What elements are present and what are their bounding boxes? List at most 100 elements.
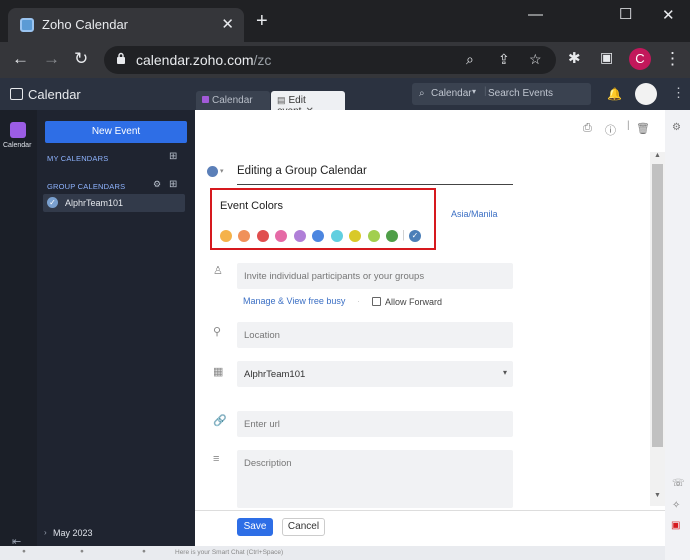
color-swatch[interactable] (386, 230, 398, 242)
color-swatch[interactable] (238, 230, 250, 242)
calendar-brand-icon (10, 88, 23, 100)
edit-tab-icon: ▤ (277, 95, 286, 105)
event-colors-title: Event Colors (220, 200, 283, 212)
month-label[interactable]: May 2023 (53, 528, 93, 538)
info-icon[interactable]: ⓘ (605, 122, 616, 138)
tab-calendar[interactable]: Calendar (196, 91, 270, 110)
swatch-divider: | (402, 229, 405, 241)
close-window-icon[interactable]: ✕ (662, 6, 675, 24)
bookmark-star-icon[interactable]: ☆ (529, 51, 542, 68)
lock-icon (117, 52, 125, 64)
url-input[interactable]: Enter url (237, 411, 513, 437)
address-bar[interactable]: calendar.zoho.com/zc ⌕ ⇪ ☆ (104, 46, 556, 74)
scrollbar-thumb[interactable] (652, 164, 663, 447)
back-icon[interactable]: ← (12, 49, 29, 69)
url-text: calendar.zoho.com/zc (136, 52, 271, 68)
cancel-button[interactable]: Cancel (282, 518, 325, 536)
action-divider (195, 510, 665, 511)
location-pin-icon: ⚲ (213, 326, 222, 338)
link-icon: 🔗 (213, 415, 227, 427)
color-dropdown-icon[interactable]: ▾ (220, 167, 224, 175)
url-host: calendar.zoho.com (136, 52, 254, 68)
extensions-icon[interactable]: ✱ (568, 49, 581, 67)
color-swatch[interactable] (220, 230, 232, 242)
link-separator: · (357, 296, 360, 306)
profile-avatar[interactable]: C (629, 48, 651, 70)
add-group-calendar-icon[interactable]: ⊞ (169, 179, 177, 190)
group-settings-icon[interactable]: ⚙ (153, 179, 161, 190)
search-icon: ⌕ (419, 88, 425, 99)
add-my-calendar-icon[interactable]: ⊞ (169, 151, 177, 162)
apps-grid-icon[interactable]: ⋮⋮ (672, 85, 690, 101)
search-input[interactable]: Search Events (488, 88, 553, 99)
calendar-field-icon: ▦ (213, 366, 224, 378)
search-scope[interactable]: Calendar (431, 88, 472, 99)
color-swatch[interactable] (368, 230, 380, 242)
notification-bell-icon[interactable]: 🔔 (607, 87, 622, 101)
color-swatch[interactable] (312, 230, 324, 242)
close-tab-icon[interactable]: ✕ (221, 15, 234, 33)
new-event-button[interactable]: New Event (45, 121, 187, 143)
app-header: Calendar Calendar ▤Edit event✕ ⌕ Calenda… (0, 78, 690, 117)
feedback-icon[interactable]: ☏ (672, 478, 685, 489)
browser-tab-strip: Zoho Calendar ✕ + — ☐ ✕ (0, 0, 690, 42)
tab-edit-event[interactable]: ▤Edit event✕ (271, 91, 345, 117)
tips-icon[interactable]: ✧ (672, 500, 680, 511)
share-icon[interactable]: ⇪ (498, 51, 510, 68)
right-rail: ⚙ ☏ ✧ ▣ (665, 110, 690, 560)
participants-input[interactable]: Invite individual participants or your g… (237, 263, 513, 289)
group-calendars-heading: GROUP CALENDARS (47, 182, 126, 191)
allow-forward-checkbox[interactable] (372, 297, 381, 306)
user-avatar[interactable] (635, 83, 657, 105)
calendar-tab-icon (202, 96, 209, 103)
manage-free-busy-link[interactable]: Manage & View free busy (243, 296, 345, 306)
color-swatch[interactable] (349, 230, 361, 242)
calendar-checkbox-icon[interactable]: ✓ (47, 197, 58, 208)
color-swatch[interactable] (294, 230, 306, 242)
color-swatch[interactable] (257, 230, 269, 242)
contacts-icon[interactable]: ● (142, 548, 146, 555)
description-textarea[interactable]: Description (237, 450, 513, 508)
save-button[interactable]: Save (237, 518, 273, 536)
calendar-list-panel: New Event MY CALENDARS ⊞ GROUP CALENDARS… (37, 110, 195, 560)
scroll-up-icon[interactable]: ▲ (654, 152, 661, 159)
calendar-select[interactable]: AlphrTeam101 ▾ (237, 361, 513, 387)
toolbar-divider: | (627, 120, 630, 131)
smart-chat-input[interactable]: Here is your Smart Chat (Ctrl+Space) (175, 549, 283, 556)
chats-icon[interactable]: ● (22, 548, 26, 555)
month-expand-icon[interactable]: › (44, 528, 47, 537)
minimize-icon[interactable]: — (528, 6, 543, 23)
sidebar-calendar-label[interactable]: Calendar (3, 142, 31, 149)
settings-gear-icon[interactable]: ⚙ (672, 122, 681, 133)
event-editor: ⎙ ⓘ | 🗑 ▲ ▼ ▾ Editing a Group Calendar E… (195, 110, 665, 560)
forward-icon[interactable]: → (43, 49, 60, 69)
event-colors-panel: Event Colors | ✓ (210, 188, 436, 250)
side-panel-icon[interactable]: ▣ (600, 49, 613, 66)
app-brand: Calendar (10, 87, 81, 102)
new-tab-icon[interactable]: + (256, 11, 268, 31)
maximize-icon[interactable]: ☐ (619, 5, 632, 23)
scroll-down-icon[interactable]: ▼ (654, 492, 661, 499)
color-swatch[interactable] (331, 230, 343, 242)
zoho-calendar-app: Calendar Calendar ▤Edit event✕ ⌕ Calenda… (0, 78, 690, 560)
brand-label: Calendar (28, 87, 81, 102)
person-icon: ♙ (213, 265, 223, 277)
editor-scrollbar[interactable]: ▲ ▼ (650, 152, 665, 506)
channels-icon[interactable]: ● (80, 548, 84, 555)
location-input[interactable]: Location (237, 322, 513, 348)
chat-icon[interactable]: ▣ (671, 520, 680, 531)
browser-menu-icon[interactable]: ⋮ (664, 49, 681, 69)
zoom-icon[interactable]: ⌕ (466, 51, 474, 68)
selected-color-swatch[interactable]: ✓ (409, 230, 421, 242)
timezone-link[interactable]: Asia/Manila (451, 209, 498, 219)
calendar-app-icon[interactable] (10, 122, 26, 138)
reload-icon[interactable]: ↻ (74, 49, 88, 69)
color-swatch[interactable] (275, 230, 287, 242)
browser-tab[interactable]: Zoho Calendar ✕ (8, 8, 244, 42)
print-icon[interactable]: ⎙ (583, 122, 592, 135)
allow-forward-label: Allow Forward (385, 297, 443, 307)
calendar-color-dot[interactable] (207, 166, 218, 177)
event-search[interactable]: ⌕ Calendar ▾ | Search Events (412, 83, 591, 105)
calendar-list-item[interactable]: ✓ AlphrTeam101 (43, 194, 185, 212)
trash-icon[interactable]: 🗑 (636, 122, 650, 135)
